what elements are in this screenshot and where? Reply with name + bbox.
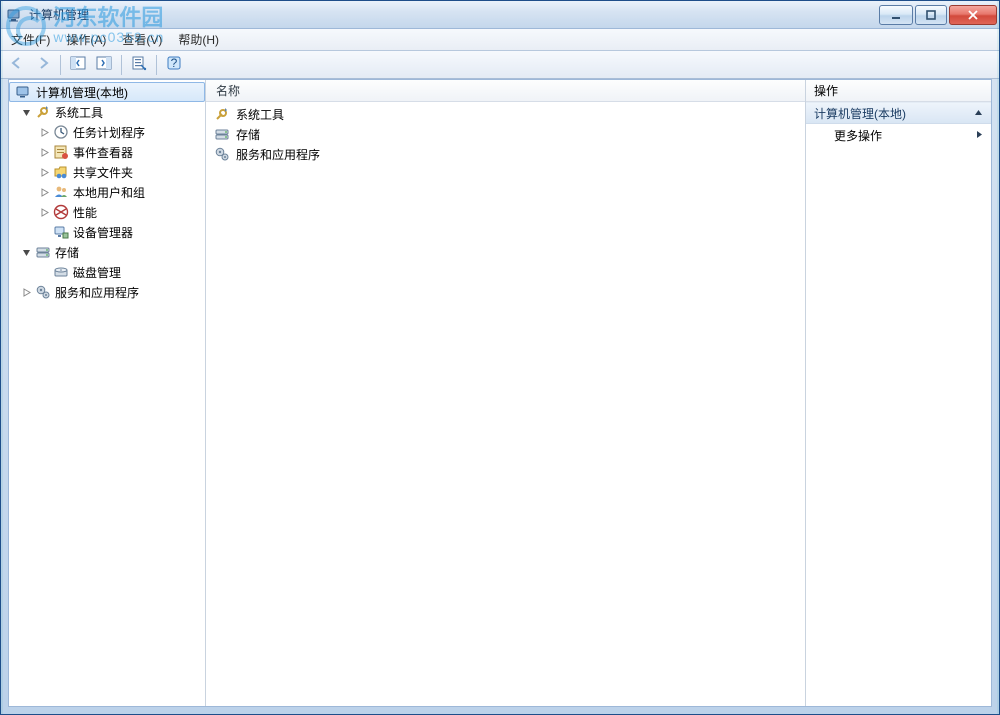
properties-icon (131, 55, 147, 74)
menu-view[interactable]: 查看(V) (114, 29, 170, 50)
expand-icon[interactable] (37, 145, 51, 159)
tree-label: 性能 (73, 204, 97, 221)
close-button[interactable] (949, 5, 997, 25)
tree-label: 计算机管理(本地) (36, 84, 128, 101)
disk-icon (53, 264, 69, 280)
nav-forward-button (31, 53, 55, 77)
properties-button[interactable] (127, 53, 151, 77)
toolbar-separator (60, 55, 61, 75)
svg-text:?: ? (171, 56, 178, 70)
tree-node-shared-folders[interactable]: 共享文件夹 (9, 162, 205, 182)
tree-node-storage[interactable]: 存储 (9, 242, 205, 262)
tree-label: 存储 (55, 244, 79, 261)
maximize-button[interactable] (915, 5, 947, 25)
clock-icon (53, 124, 69, 140)
event-viewer-icon (53, 144, 69, 160)
nav-back-button (5, 53, 29, 77)
actions-header: 操作 (806, 80, 991, 102)
actions-item-more[interactable]: 更多操作 (806, 124, 991, 146)
toolbar-separator (156, 55, 157, 75)
tree-node-local-users[interactable]: 本地用户和组 (9, 182, 205, 202)
app-icon (7, 7, 23, 23)
tree-label: 共享文件夹 (73, 164, 133, 181)
list-column-header[interactable]: 名称 (206, 80, 805, 102)
window-frame: 计算机管理 文件(F) 操作(A) 查看(V) 帮助(H) (0, 0, 1000, 715)
list-item-system-tools[interactable]: 系统工具 (206, 104, 805, 124)
tree-label: 磁盘管理 (73, 264, 121, 281)
window-title: 计算机管理 (29, 6, 89, 23)
tree-node-performance[interactable]: 性能 (9, 202, 205, 222)
expand-icon[interactable] (37, 185, 51, 199)
services-icon (35, 284, 51, 300)
arrow-right-icon (35, 55, 51, 74)
menu-file[interactable]: 文件(F) (3, 29, 58, 50)
list-item-label: 服务和应用程序 (236, 146, 320, 163)
titlebar[interactable]: 计算机管理 (1, 1, 999, 29)
list-panel: 名称 系统工具 存储 (205, 80, 805, 706)
expand-icon[interactable] (37, 125, 51, 139)
list-item-label: 存储 (236, 126, 260, 143)
tree-label: 设备管理器 (73, 224, 133, 241)
expand-icon[interactable] (37, 205, 51, 219)
show-hide-tree-button[interactable] (66, 53, 90, 77)
tools-icon (35, 104, 51, 120)
arrow-left-icon (9, 55, 25, 74)
expand-icon[interactable] (37, 165, 51, 179)
collapse-icon[interactable] (19, 105, 33, 119)
tree-node-task-scheduler[interactable]: 任务计划程序 (9, 122, 205, 142)
collapse-icon[interactable] (19, 245, 33, 259)
computer-icon (16, 84, 32, 100)
services-icon (214, 146, 230, 162)
client-area: 计算机管理(本地) 系统工具 任务计划程序 (8, 79, 992, 707)
list-item-storage[interactable]: 存储 (206, 124, 805, 144)
collapse-up-icon (974, 106, 983, 120)
tree-panel: 计算机管理(本地) 系统工具 任务计划程序 (9, 80, 205, 706)
tree-label: 任务计划程序 (73, 124, 145, 141)
actions-group-label: 计算机管理(本地) (814, 105, 906, 122)
help-button[interactable]: ? (162, 53, 186, 77)
actions-header-label: 操作 (814, 82, 838, 99)
panel-tree-icon (70, 55, 86, 74)
expand-icon[interactable] (19, 285, 33, 299)
tools-icon (214, 106, 230, 122)
storage-icon (214, 126, 230, 142)
storage-icon (35, 244, 51, 260)
toolbar-separator (121, 55, 122, 75)
help-icon: ? (166, 55, 182, 74)
toolbar: ? (1, 51, 999, 79)
minimize-button[interactable] (879, 5, 913, 25)
list-item-label: 系统工具 (236, 106, 284, 123)
show-hide-actions-button[interactable] (92, 53, 116, 77)
submenu-arrow-icon (976, 128, 983, 142)
panel-actions-icon (96, 55, 112, 74)
actions-item-label: 更多操作 (834, 127, 882, 144)
menubar: 文件(F) 操作(A) 查看(V) 帮助(H) (1, 29, 999, 51)
tree-label: 本地用户和组 (73, 184, 145, 201)
users-icon (53, 184, 69, 200)
menu-action[interactable]: 操作(A) (58, 29, 114, 50)
tree-node-system-tools[interactable]: 系统工具 (9, 102, 205, 122)
tree-node-disk-mgmt[interactable]: 磁盘管理 (9, 262, 205, 282)
shared-folder-icon (53, 164, 69, 180)
performance-icon (53, 204, 69, 220)
tree-node-event-viewer[interactable]: 事件查看器 (9, 142, 205, 162)
tree-node-services-apps[interactable]: 服务和应用程序 (9, 282, 205, 302)
column-header-name: 名称 (216, 82, 240, 99)
list-item-services-apps[interactable]: 服务和应用程序 (206, 144, 805, 164)
tree-label: 服务和应用程序 (55, 284, 139, 301)
actions-group-title[interactable]: 计算机管理(本地) (806, 102, 991, 124)
device-manager-icon (53, 224, 69, 240)
actions-panel: 操作 计算机管理(本地) 更多操作 (805, 80, 991, 706)
tree-node-root[interactable]: 计算机管理(本地) (9, 82, 205, 102)
menu-help[interactable]: 帮助(H) (170, 29, 227, 50)
tree-label: 事件查看器 (73, 144, 133, 161)
tree-label: 系统工具 (55, 104, 103, 121)
tree-node-device-manager[interactable]: 设备管理器 (9, 222, 205, 242)
